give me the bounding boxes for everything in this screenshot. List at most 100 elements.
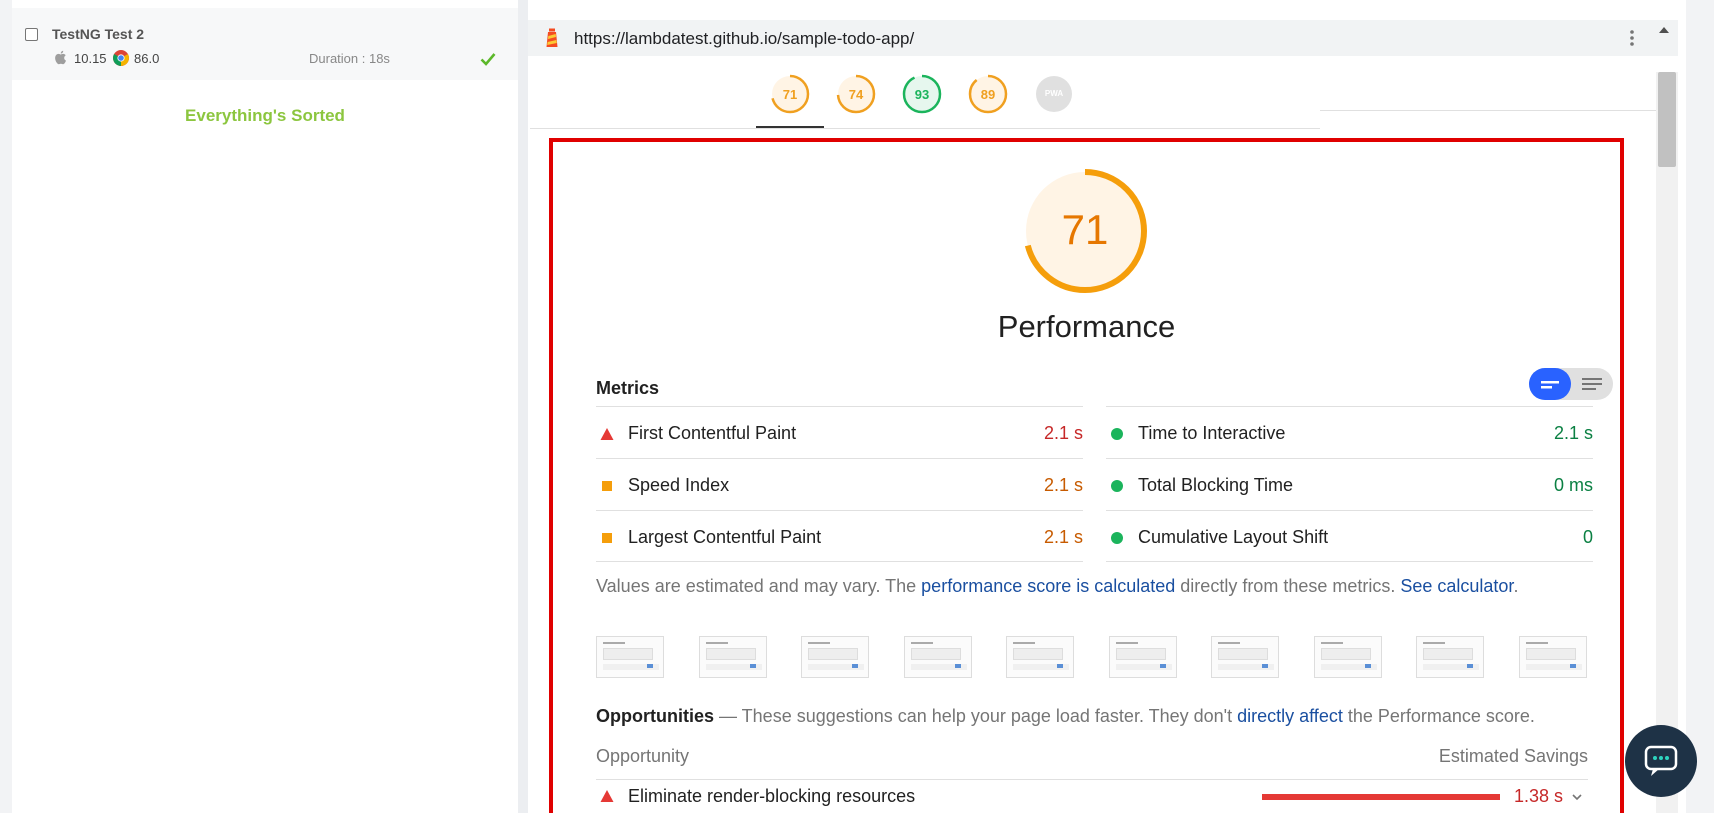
report-url-bar: https://lambdatest.github.io/sample-todo… <box>528 20 1678 56</box>
expanded-view-icon <box>1582 378 1602 390</box>
category-gauge[interactable]: 74 <box>836 74 876 114</box>
compact-view-icon <box>1541 381 1559 389</box>
filmstrip-frame <box>801 636 869 678</box>
opportunities-title: Opportunities <box>596 706 714 726</box>
os-version: 10.15 <box>74 51 107 66</box>
filmstrip-frame <box>1314 636 1382 678</box>
category-gauge-score: PWA <box>1044 89 1064 98</box>
fail-triangle-icon <box>600 428 614 440</box>
pass-circle-icon <box>1111 480 1123 492</box>
category-gauge[interactable]: PWA <box>1034 74 1074 114</box>
filmstrip-frame <box>1006 636 1074 678</box>
see-calculator-link[interactable]: See calculator <box>1400 576 1513 596</box>
fail-triangle-icon <box>600 790 614 802</box>
metric-row: Time to Interactive 2.1 s <box>1106 406 1593 458</box>
chat-icon <box>1644 745 1678 776</box>
test-duration: Duration : 18s <box>309 51 390 66</box>
browser-version: 86.0 <box>134 51 160 66</box>
opportunities-desc-suffix: the Performance score. <box>1342 706 1535 726</box>
filmstrip-frame <box>1211 636 1279 678</box>
category-gauge[interactable]: 89 <box>968 74 1008 114</box>
note-suffix: . <box>1513 576 1519 596</box>
category-gauge-score: 93 <box>914 87 930 102</box>
metric-row: Total Blocking Time 0 ms <box>1106 458 1593 510</box>
pass-circle-icon <box>1111 532 1123 544</box>
average-square-icon <box>602 533 612 543</box>
test-list-item[interactable]: TestNG Test 2 10.15 86.0 Duration : 18s <box>12 8 518 80</box>
status-message: Everything's Sorted <box>185 106 345 125</box>
metric-row: Speed Index 2.1 s <box>596 458 1083 510</box>
scrollbar-track[interactable] <box>1656 72 1678 813</box>
savings-column-header: Estimated Savings <box>1438 746 1588 766</box>
note-prefix: Values are estimated and may vary. The <box>596 576 922 596</box>
top-strip <box>528 0 1686 20</box>
metrics-view-toggle[interactable] <box>1529 368 1613 400</box>
test-name: TestNG Test 2 <box>52 26 145 42</box>
opportunity-column-header: Opportunity <box>596 746 690 766</box>
metric-value: 2.1 s <box>1553 423 1593 443</box>
savings-bar <box>1262 794 1500 800</box>
scroll-up-arrow-icon[interactable] <box>1656 22 1672 38</box>
metric-row: First Contentful Paint 2.1 s <box>596 406 1083 458</box>
filmstrip-frame <box>904 636 972 678</box>
category-gauge[interactable]: 93 <box>902 74 942 114</box>
score-calculated-link[interactable]: performance score is calculated <box>921 576 1175 596</box>
metric-label: Cumulative Layout Shift <box>1138 527 1329 547</box>
metrics-left-column: First Contentful Paint 2.1 s Speed Index 2.… <box>596 406 1083 562</box>
metrics-note: Values are estimated and may vary. The p… <box>596 576 1518 597</box>
filmstrip-frame <box>1519 636 1587 678</box>
lighthouse-report-panel: https://lambdatest.github.io/sample-todo… <box>528 0 1686 813</box>
category-gauges-bar: 71 74 93 89 PWA <box>530 56 1656 129</box>
category-gauge-score: 89 <box>980 87 996 102</box>
metric-label: Speed Index <box>628 475 730 495</box>
filmstrip-frame <box>596 636 664 678</box>
average-square-icon <box>602 481 612 491</box>
chat-support-button[interactable] <box>1625 725 1697 797</box>
chrome-icon <box>113 50 129 66</box>
category-gauge-score: 74 <box>848 87 864 102</box>
more-options-icon[interactable] <box>1622 28 1642 48</box>
check-icon <box>480 53 496 66</box>
category-gauge[interactable]: 71 <box>770 74 810 114</box>
filmstrip-frame <box>1416 636 1484 678</box>
filmstrip <box>596 636 1588 680</box>
metric-value: 2.1 s <box>1043 423 1083 443</box>
metrics-right-column: Time to Interactive 2.1 s Total Blocking T… <box>1106 406 1593 562</box>
gauges-divider-right <box>1320 110 1656 111</box>
category-gauge-score: 71 <box>782 87 798 102</box>
compact-view-button[interactable] <box>1529 368 1571 400</box>
filmstrip-frame <box>699 636 767 678</box>
test-list-panel: TestNG Test 2 10.15 86.0 Duration : 18s … <box>12 0 518 813</box>
performance-gauge: 71 <box>1020 166 1150 296</box>
opportunities-intro: Opportunities — These suggestions can he… <box>596 706 1535 727</box>
performance-score: 71 <box>1061 206 1109 253</box>
panel-divider[interactable] <box>518 0 528 813</box>
metric-row: Largest Contentful Paint 2.1 s <box>596 510 1083 562</box>
metric-label: Total Blocking Time <box>1138 475 1294 495</box>
note-middle: directly from these metrics. <box>1175 576 1401 596</box>
metric-label: First Contentful Paint <box>628 423 797 443</box>
metric-label: Largest Contentful Paint <box>628 527 822 547</box>
directly-affect-link[interactable]: directly affect <box>1237 706 1343 726</box>
metric-value: 2.1 s <box>1043 527 1083 547</box>
opportunities-header: Opportunity Estimated Savings <box>596 746 1588 780</box>
active-gauge-indicator <box>756 126 824 128</box>
expanded-view-button[interactable] <box>1571 368 1613 400</box>
metric-value: 0 ms <box>1553 475 1593 495</box>
test-select-checkbox[interactable] <box>25 28 38 41</box>
chevron-down-icon[interactable] <box>1570 790 1584 804</box>
metrics-heading: Metrics <box>596 378 660 398</box>
performance-title: Performance <box>997 309 1176 344</box>
opportunity-label: Eliminate render-blocking resources <box>628 786 916 806</box>
scrollbar-thumb[interactable] <box>1658 72 1676 167</box>
lighthouse-icon <box>546 28 558 47</box>
metric-value: 2.1 s <box>1043 475 1083 495</box>
report-url[interactable]: https://lambdatest.github.io/sample-todo… <box>574 29 914 49</box>
metric-value: 0 <box>1582 527 1593 547</box>
savings-value: 1.38 s <box>1514 786 1564 806</box>
filmstrip-frame <box>1109 636 1177 678</box>
opportunity-row[interactable]: Eliminate render-blocking resources 1.38… <box>596 786 1588 813</box>
apple-icon <box>55 50 66 65</box>
pass-circle-icon <box>1111 428 1123 440</box>
gauges-divider <box>530 128 1320 129</box>
